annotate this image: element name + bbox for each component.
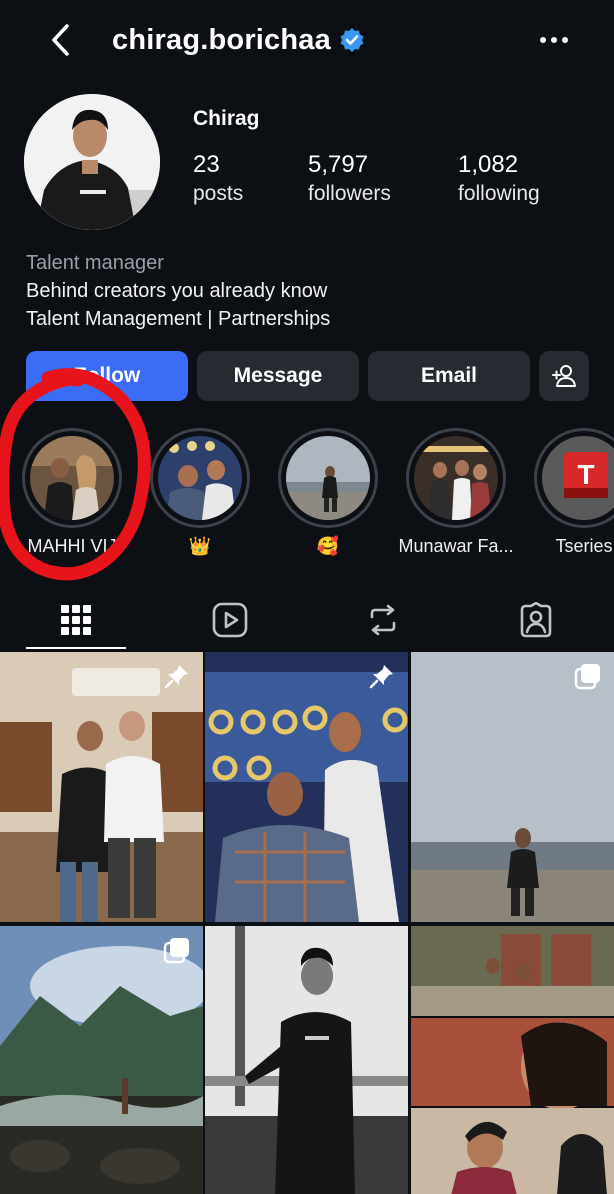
- pinned-icon: [164, 665, 188, 689]
- more-horizontal-icon: [540, 37, 568, 43]
- highlight-item[interactable]: T Tseries: [524, 428, 614, 557]
- highlight-label: 👑: [188, 536, 212, 556]
- add-user-icon: [552, 365, 576, 387]
- posts-label: posts: [193, 182, 244, 205]
- profile-avatar[interactable]: [24, 94, 160, 230]
- highlight-item[interactable]: MAHHI VIJ: [12, 428, 132, 557]
- profile-tabs: [0, 592, 614, 652]
- post-thumbnail[interactable]: [0, 926, 203, 1194]
- tab-tagged[interactable]: [486, 592, 586, 648]
- svg-text:T: T: [577, 459, 594, 490]
- username-title: chirag.borichaa: [112, 20, 365, 60]
- highlight-item[interactable]: 👑: [140, 428, 260, 557]
- post-thumbnail[interactable]: [411, 926, 614, 1194]
- profile-category: Talent manager: [26, 252, 164, 274]
- chevron-left-icon: [52, 24, 69, 56]
- display-name: Chirag: [193, 107, 260, 130]
- grid-icon: [61, 605, 91, 635]
- highlight-cover: [414, 436, 498, 520]
- highlight-cover: [286, 436, 370, 520]
- posts-count: 23: [193, 151, 220, 178]
- message-button[interactable]: Message: [197, 351, 359, 401]
- posts-stat[interactable]: 23 posts: [193, 150, 243, 208]
- highlight-cover: [30, 436, 114, 520]
- following-count: 1,082: [458, 151, 519, 178]
- back-button[interactable]: [42, 20, 78, 60]
- follow-button[interactable]: Follow: [26, 351, 188, 401]
- post-thumbnail[interactable]: [205, 652, 408, 922]
- email-button[interactable]: Email: [368, 351, 530, 401]
- highlight-cover: [158, 436, 242, 520]
- post-thumbnail[interactable]: [0, 652, 203, 922]
- more-options-button[interactable]: [532, 22, 576, 58]
- username: chirag.borichaa: [112, 23, 331, 56]
- tab-posts[interactable]: [26, 592, 126, 648]
- posts-grid: [0, 652, 614, 1194]
- post-thumbnail[interactable]: [205, 926, 408, 1194]
- profile-header: chirag.borichaa: [0, 0, 614, 82]
- tab-reposts[interactable]: [333, 592, 433, 648]
- highlight-item[interactable]: Munawar Fa...: [396, 428, 516, 557]
- highlight-label: MAHHI VIJ: [27, 536, 117, 556]
- highlight-label: Tseries: [555, 536, 613, 556]
- followers-label: followers: [308, 182, 391, 205]
- verified-badge-icon: [339, 27, 365, 53]
- highlight-item[interactable]: 🥰: [268, 428, 388, 557]
- followers-stat[interactable]: 5,797 followers: [308, 150, 391, 208]
- bio-line: Talent Management | Partnerships: [26, 308, 331, 330]
- tab-selected-indicator: [26, 647, 126, 649]
- tagged-icon: [520, 602, 552, 638]
- reels-icon: [212, 602, 248, 638]
- highlight-cover: T: [542, 436, 614, 520]
- tab-reels[interactable]: [180, 592, 280, 648]
- suggested-users-button[interactable]: [539, 351, 589, 401]
- carousel-icon: [574, 664, 600, 690]
- profile-bio: Talent manager Behind creators you alrea…: [26, 249, 330, 333]
- highlight-label: Munawar Fa...: [398, 536, 514, 556]
- following-label: following: [458, 182, 540, 205]
- followers-count: 5,797: [308, 151, 369, 178]
- post-thumbnail[interactable]: [411, 652, 614, 922]
- carousel-icon: [163, 938, 189, 964]
- reposts-icon: [370, 604, 396, 636]
- bio-line: Behind creators you already know: [26, 280, 328, 302]
- highlight-label: 🥰: [316, 536, 340, 556]
- pinned-icon: [369, 665, 393, 689]
- following-stat[interactable]: 1,082 following: [458, 150, 540, 208]
